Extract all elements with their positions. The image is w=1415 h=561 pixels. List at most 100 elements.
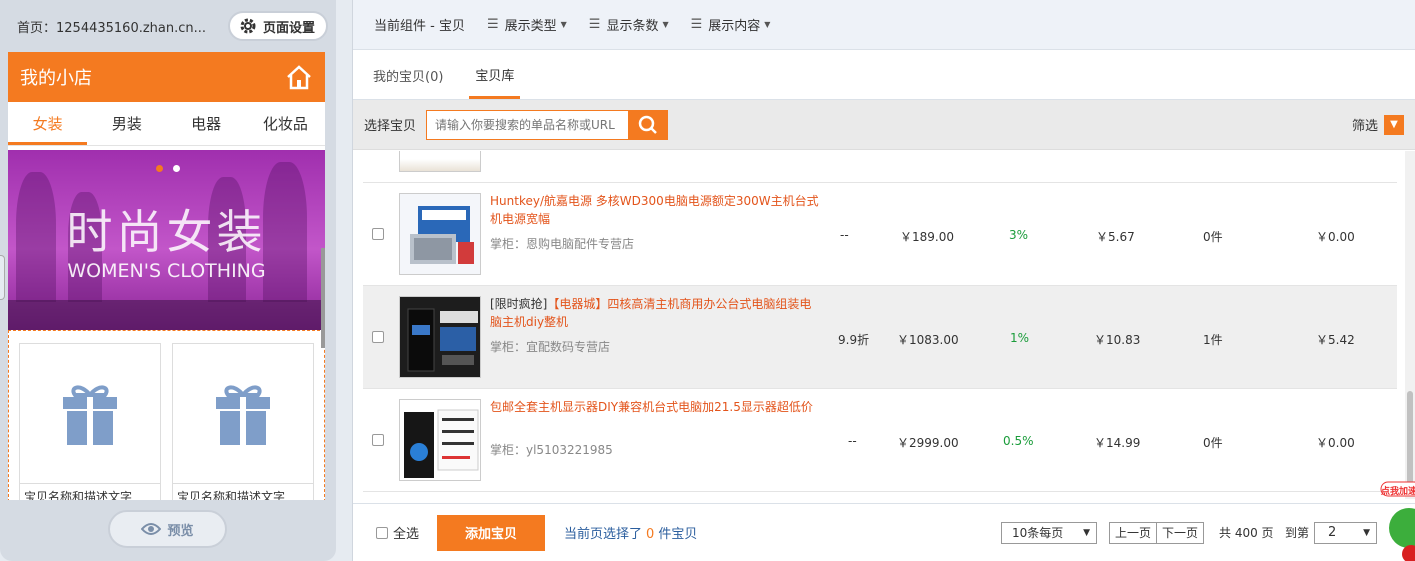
shop-header: 我的小店 — [8, 52, 325, 102]
search-button[interactable] — [628, 109, 669, 140]
select-all-label[interactable]: 全选 — [393, 523, 419, 542]
editor-toolbar: 当前组件 - 宝贝 ☰ 展示类型 ▼ ☰ 显示条数 ▼ ☰ 展示内容 ▼ — [353, 0, 1415, 50]
product-card[interactable]: 宝贝名称和描述文字 — [19, 343, 161, 500]
gift-icon — [173, 344, 313, 484]
phone-scrollbar[interactable] — [321, 248, 325, 348]
list-icon: ☰ — [588, 17, 601, 32]
category-tab-electronics[interactable]: 电器 — [167, 102, 246, 145]
discount: -- — [848, 434, 857, 448]
product-thumbnail[interactable] — [399, 193, 481, 275]
commission-rate: 1% — [1010, 331, 1030, 345]
product-seller: 掌柜：yl5103221985 — [490, 443, 613, 457]
discount: -- — [840, 228, 849, 242]
product-thumbnail[interactable] — [399, 296, 481, 378]
category-tab-women[interactable]: 女装 — [8, 102, 88, 145]
commission: ￥14.99 — [1094, 436, 1141, 450]
left-header: 首页：1254435160.zhan.cn... 页面设置 — [0, 0, 336, 52]
category-tab-cosmetics[interactable]: 化妆品 — [246, 102, 325, 145]
select-item-label: 选择宝贝 — [364, 119, 417, 134]
menu-label: 展示内容 — [708, 19, 761, 34]
item-checkbox[interactable] — [372, 434, 384, 446]
collapse-handle[interactable] — [0, 255, 5, 300]
earned: ￥0.00 — [1316, 436, 1355, 450]
category-tabs: 女装 男装 电器 化妆品 — [8, 102, 325, 146]
selected-count: 0 — [646, 527, 655, 542]
chevron-down-icon: ▼ — [1083, 527, 1090, 538]
menu-label: 展示类型 — [504, 19, 557, 34]
page-select[interactable]: 2 ▼ — [1314, 521, 1377, 544]
search-icon — [638, 115, 657, 134]
product-title[interactable]: Huntkey/航嘉电源 多核WD300电脑电源额定300W主机台式机电源宽幅 — [490, 192, 820, 228]
scroll-thumb[interactable] — [1407, 391, 1413, 491]
product-seller: 掌柜：恩购电脑配件专营店 — [490, 237, 635, 251]
banner-strip — [8, 300, 325, 330]
search-input[interactable] — [426, 109, 629, 140]
pager: 上一页 下一页 — [1109, 521, 1205, 544]
product-card[interactable]: 宝贝名称和描述文字 — [172, 343, 314, 500]
mobile-preview-panel: 首页：1254435160.zhan.cn... 页面设置 我的小店 女装 男装… — [0, 0, 336, 561]
component-editor: 当前组件 - 宝贝 ☰ 展示类型 ▼ ☰ 显示条数 ▼ ☰ 展示内容 ▼ 我的宝… — [352, 0, 1415, 561]
category-tab-men[interactable]: 男装 — [87, 102, 166, 145]
caret-down-icon: ▼ — [662, 20, 669, 29]
banner-dots[interactable] — [156, 165, 180, 172]
total-pages: 共 400 页 — [1219, 526, 1274, 540]
bottom-bar: 全选 添加宝贝 当前页选择了 0 件宝贝 10条每页 ▼ 上一页 下一页 共 400 … — [353, 503, 1415, 561]
sold-count: 0件 — [1203, 230, 1223, 244]
page-settings-label: 页面设置 — [262, 20, 315, 36]
selection-prefix: 当前页选择了 — [564, 527, 643, 542]
title-text: 包邮全套主机显示器DIY兼容机台式电脑加21.5显示器超低价 — [490, 400, 813, 414]
list-item-partial — [363, 151, 1397, 183]
tab-item-library[interactable]: 宝贝库 — [469, 65, 521, 99]
card-caption: 宝贝名称和描述文字 — [24, 490, 133, 500]
commission: ￥10.83 — [1094, 333, 1141, 347]
search-bar: 选择宝贝 筛选 ▼ — [353, 100, 1415, 150]
list-item[interactable]: Huntkey/航嘉电源 多核WD300电脑电源额定300W主机台式机电源宽幅 … — [363, 183, 1397, 286]
tab-my-items[interactable]: 我的宝贝(0) — [373, 66, 449, 99]
page-settings-button[interactable]: 页面设置 — [227, 11, 328, 41]
list-scrollbar[interactable] — [1405, 151, 1415, 499]
list-item[interactable]: [限时疯抢]【电器城】四核高清主机商用办公台式电脑组装电脑主机diy整机 掌柜：… — [363, 286, 1397, 389]
item-checkbox[interactable] — [372, 331, 384, 343]
menu-display-type[interactable]: ☰ 展示类型 ▼ — [487, 15, 567, 34]
menu-display-content[interactable]: ☰ 展示内容 ▼ — [691, 15, 771, 34]
product-seller: 掌柜：宜配数码专营店 — [490, 340, 611, 354]
promo-text: 点我加速 — [1381, 487, 1415, 497]
caret-down-icon: ▼ — [560, 20, 567, 29]
filter-label: 筛选 — [1351, 119, 1378, 134]
title-text: Huntkey/航嘉电源 多核WD300电脑电源额定300W主机台式机电源宽幅 — [490, 194, 819, 226]
product-title[interactable]: [限时疯抢]【电器城】四核高清主机商用办公台式电脑组装电脑主机diy整机 — [490, 295, 820, 331]
per-page-value: 10条每页 — [1012, 526, 1064, 540]
filter-toggle[interactable]: 筛选 ▼ — [1351, 114, 1404, 135]
earned: ￥0.00 — [1316, 230, 1355, 244]
menu-label: 显示条数 — [606, 19, 659, 34]
earned: ￥5.42 — [1316, 333, 1355, 347]
product-grid: 宝贝名称和描述文字 宝贝名称和描述文字 — [8, 330, 325, 500]
product-thumbnail[interactable] — [399, 151, 481, 172]
goto-label: 到第 — [1285, 526, 1310, 540]
promo-badge[interactable]: 点我加速 — [1375, 480, 1415, 561]
banner[interactable]: 时尚女装 WOMEN'S CLOTHING — [8, 150, 325, 330]
menu-display-count[interactable]: ☰ 显示条数 ▼ — [589, 15, 669, 34]
home-url[interactable]: 首页：1254435160.zhan.cn... — [17, 17, 206, 36]
add-item-button[interactable]: 添加宝贝 — [437, 514, 546, 551]
preview-button[interactable]: 预览 — [108, 510, 227, 548]
sold-count: 1件 — [1203, 333, 1223, 347]
commission-rate: 0.5% — [1003, 434, 1034, 448]
select-all-checkbox[interactable] — [376, 526, 388, 539]
selection-info: 当前页选择了 0 件宝贝 — [564, 523, 697, 542]
per-page-select[interactable]: 10条每页 ▼ — [1001, 521, 1097, 544]
banner-title: 时尚女装 — [66, 205, 267, 259]
list-item[interactable]: 包邮全套主机显示器DIY兼容机台式电脑加21.5显示器超低价 掌柜：yl5103… — [363, 389, 1397, 492]
price: ￥2999.00 — [897, 436, 959, 450]
discount: 9.9折 — [838, 333, 870, 347]
eye-icon — [141, 523, 162, 535]
prev-page-button[interactable]: 上一页 — [1110, 522, 1158, 543]
next-page-button[interactable]: 下一页 — [1157, 523, 1203, 543]
product-title[interactable]: 包邮全套主机显示器DIY兼容机台式电脑加21.5显示器超低价 — [490, 398, 820, 416]
current-component: 当前组件 - 宝贝 — [374, 19, 465, 34]
list-icon: ☰ — [486, 17, 499, 32]
price: ￥1083.00 — [897, 333, 959, 347]
item-checkbox[interactable] — [372, 228, 384, 240]
home-icon[interactable] — [285, 64, 313, 90]
product-thumbnail[interactable] — [399, 399, 481, 481]
